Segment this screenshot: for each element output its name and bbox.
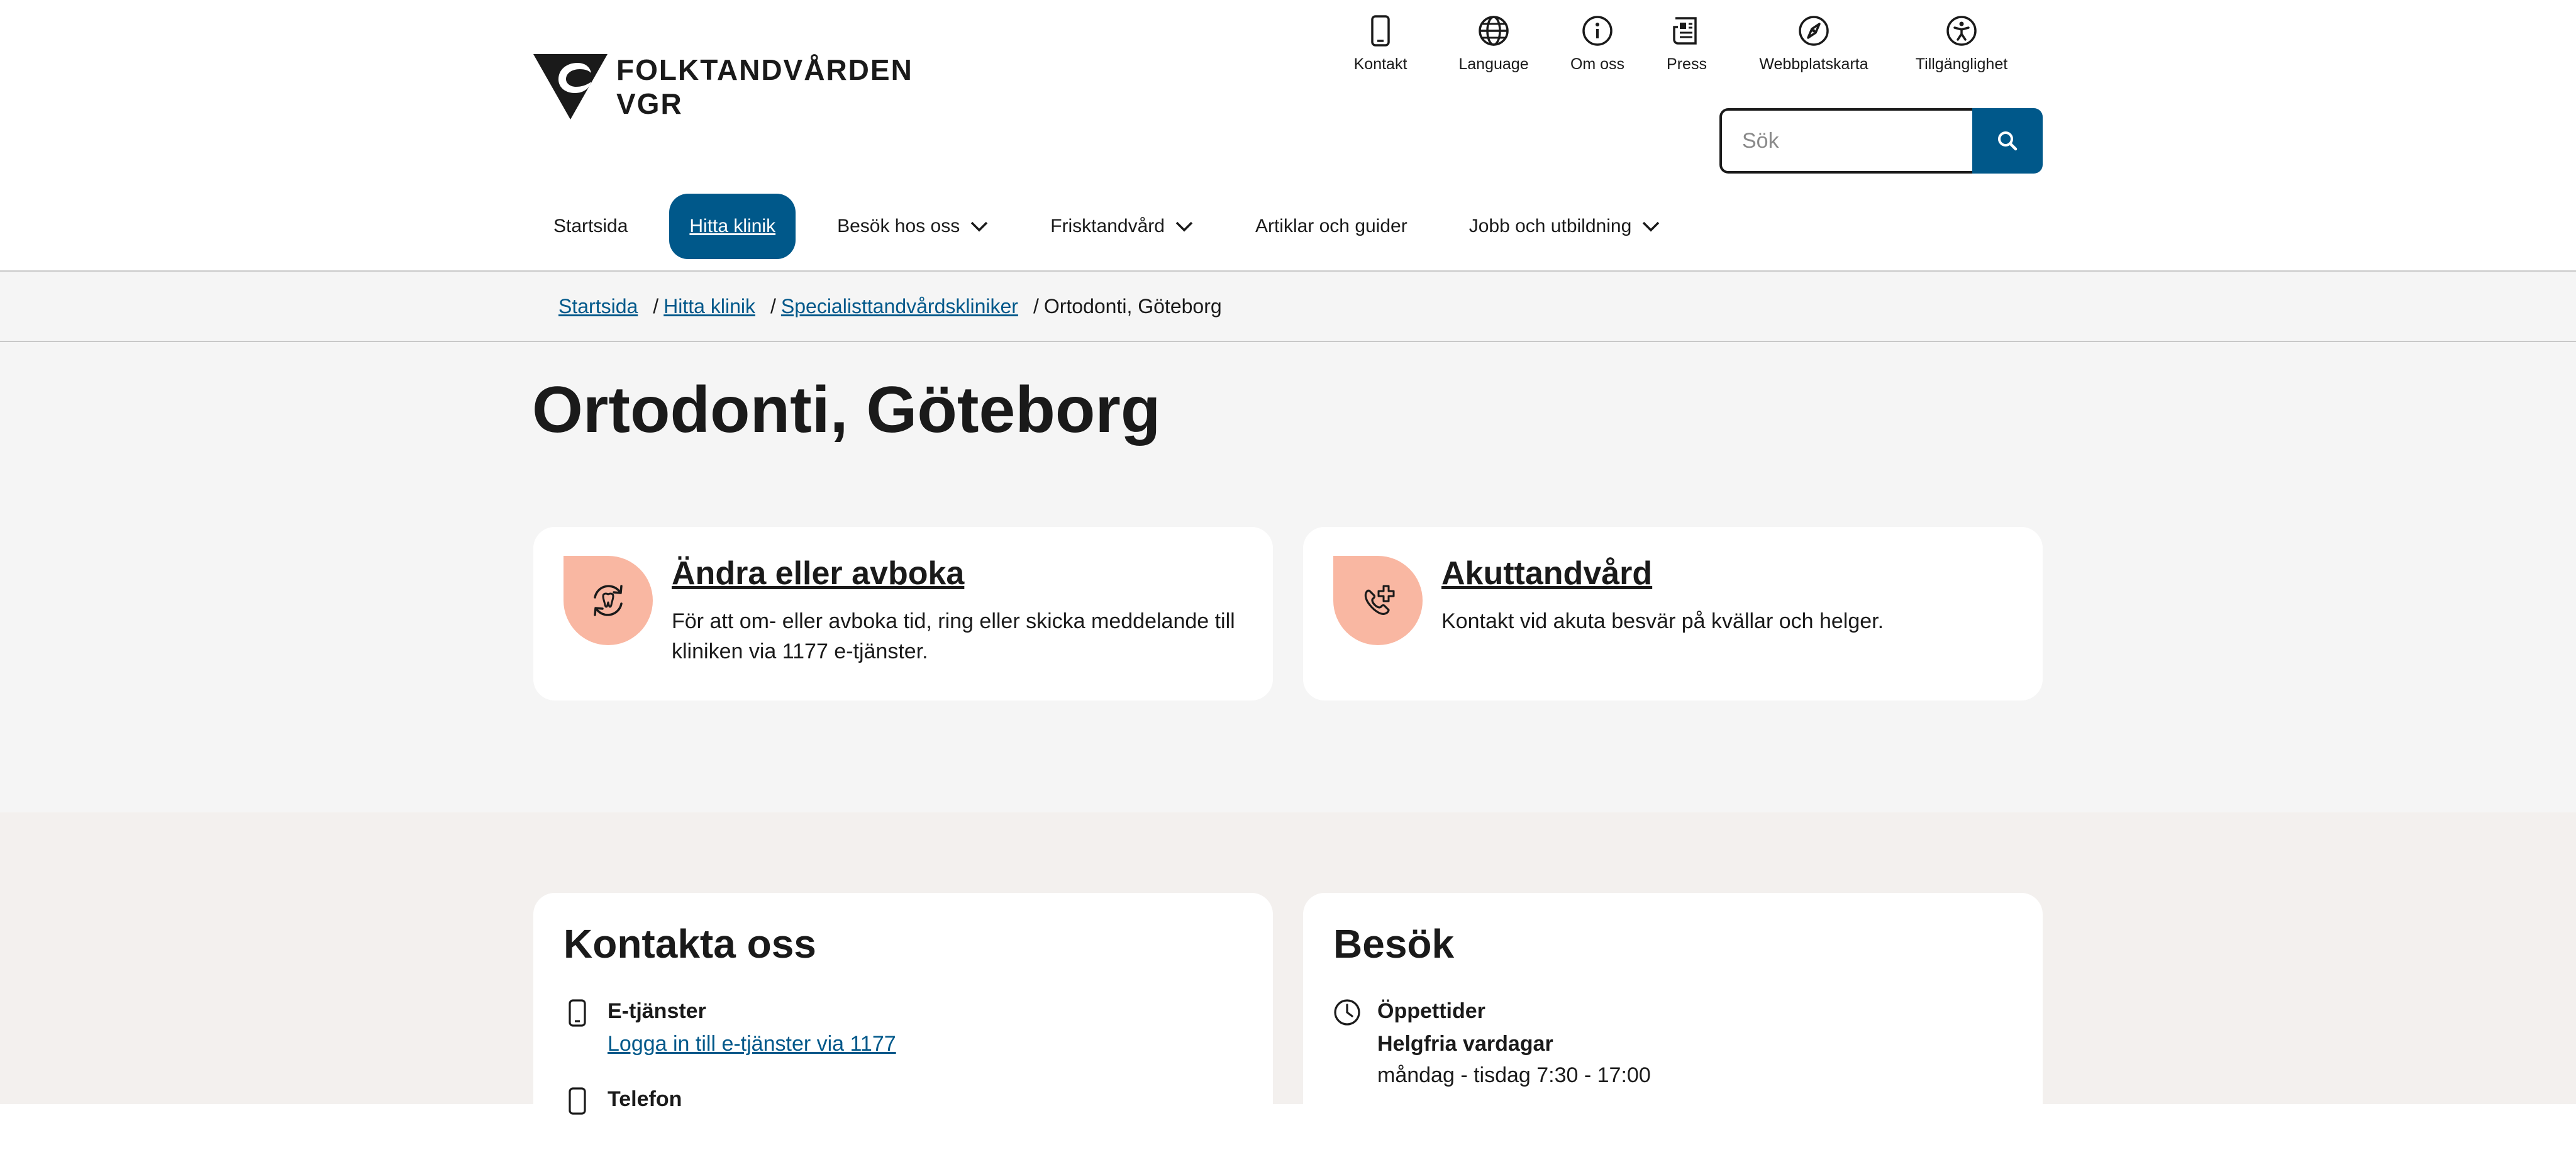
logo-icon	[533, 54, 608, 119]
util-kontakt-label: Kontakt	[1353, 55, 1407, 73]
search-form	[1719, 108, 2043, 174]
site-header: FOLKTANDVÅRDEN VGR Kontakt Language Om o…	[0, 0, 2576, 270]
nav-item-besok-hos-oss[interactable]: Besök hos oss	[817, 194, 1009, 259]
breadcrumb-link-startsida[interactable]: Startsida	[558, 295, 638, 318]
eservices-link[interactable]: Logga in till e-tjänster via 1177	[608, 1032, 896, 1056]
phone-label: Telefon	[608, 1087, 682, 1111]
hero-section: Ortodonti, Göteborg Ändra eller avboka F…	[0, 342, 2576, 812]
rebook-tooth-icon	[564, 556, 653, 645]
nav-item-startsida[interactable]: Startsida	[533, 194, 648, 259]
telephone-icon	[564, 1087, 591, 1115]
nav-item-label: Artiklar och guider	[1255, 216, 1407, 236]
card-title-link[interactable]: Akuttandvård	[1441, 555, 1652, 592]
accessibility-icon	[1943, 13, 1980, 49]
breadcrumb-separator: /	[770, 294, 776, 318]
breadcrumb-bar: Startsida / Hitta klinik / Specialisttan…	[0, 270, 2576, 342]
chevron-down-icon	[1175, 221, 1194, 232]
breadcrumb-separator: /	[1033, 294, 1039, 318]
breadcrumb-current: Ortodonti, Göteborg	[1043, 294, 1222, 318]
breadcrumb-link-hitta-klinik[interactable]: Hitta klinik	[663, 295, 755, 318]
logo-line2: VGR	[616, 87, 683, 120]
util-tillganglighet-label: Tillgänglighet	[1915, 55, 2008, 73]
opening-hours-text: måndag - tisdag 7:30 - 17:00	[1377, 1063, 1651, 1087]
contact-title: Kontakta oss	[564, 921, 816, 966]
main-nav: Startsida Hitta klinik Besök hos oss Fri…	[533, 194, 1680, 259]
util-webbplatskarta[interactable]: Webbplatskarta	[1757, 13, 1870, 74]
eservices-label: E-tjänster	[608, 999, 706, 1023]
util-press[interactable]: Press	[1662, 13, 1712, 74]
nav-item-label: Jobb och utbildning	[1468, 216, 1632, 236]
weekdays-label: Helgfria vardagar	[1377, 1032, 1553, 1056]
util-om-oss[interactable]: Om oss	[1566, 13, 1629, 74]
chevron-down-icon	[970, 221, 989, 232]
card-text: För att om- eller avboka tid, ring eller…	[672, 609, 1235, 663]
opening-hours-body: Öppettider Helgfria vardagar måndag - ti…	[1377, 996, 1651, 1089]
site-logo[interactable]: FOLKTANDVÅRDEN VGR	[533, 54, 913, 119]
util-press-label: Press	[1667, 55, 1707, 73]
newspaper-icon	[1668, 13, 1705, 49]
globe-icon	[1475, 13, 1512, 49]
breadcrumb-link-specialisttandvardskliniker[interactable]: Specialisttandvårdskliniker	[781, 295, 1018, 318]
nav-item-artiklar-och-guider[interactable]: Artiklar och guider	[1235, 194, 1428, 259]
eservices-row: E-tjänster Logga in till e-tjänster via …	[564, 996, 896, 1061]
eservices-body: E-tjänster Logga in till e-tjänster via …	[608, 996, 896, 1061]
visit-panel: Besök Öppettider Helgfria vardagar månda…	[1303, 893, 2043, 1157]
page-title: Ortodonti, Göteborg	[532, 374, 1161, 446]
nav-item-frisktandvard[interactable]: Frisktandvård	[1030, 194, 1214, 259]
chevron-down-icon	[1641, 221, 1660, 232]
util-tillganglighet[interactable]: Tillgänglighet	[1914, 13, 2009, 74]
nav-item-label: Frisktandvård	[1050, 216, 1165, 236]
search-button[interactable]	[1972, 108, 2043, 174]
search-icon	[1998, 131, 2018, 151]
logo-wordmark: FOLKTANDVÅRDEN VGR	[616, 55, 913, 118]
card-andra-eller-avboka: Ändra eller avboka För att om- eller avb…	[533, 527, 1273, 700]
utility-nav: Kontakt Language Om oss Press Webbplatsk…	[1340, 13, 2009, 74]
clock-icon	[1333, 999, 1361, 1026]
util-language[interactable]: Language	[1453, 13, 1535, 74]
card-text: Kontakt vid akuta besvär på kvällar och …	[1441, 609, 1884, 633]
emergency-phone-icon	[1333, 556, 1423, 645]
search-input[interactable]	[1719, 108, 1974, 174]
card-title-link[interactable]: Ändra eller avboka	[672, 555, 964, 592]
compass-icon	[1796, 13, 1832, 49]
nav-item-label: Hitta klinik	[689, 216, 776, 236]
nav-item-label: Besök hos oss	[837, 216, 960, 236]
card-akuttandvard: Akuttandvård Kontakt vid akuta besvär på…	[1303, 527, 2043, 700]
nav-item-jobb-och-utbildning[interactable]: Jobb och utbildning	[1449, 194, 1681, 259]
info-icon	[1579, 13, 1616, 49]
util-webbplatskarta-label: Webbplatskarta	[1759, 55, 1868, 73]
phone-body: Telefon	[608, 1084, 682, 1114]
logo-line1: FOLKTANDVÅRDEN	[616, 53, 913, 86]
info-section: Kontakta oss E-tjänster Logga in till e-…	[0, 812, 2576, 1157]
nav-item-label: Startsida	[553, 216, 628, 236]
opening-hours-row: Öppettider Helgfria vardagar måndag - ti…	[1333, 996, 1651, 1089]
nav-item-hitta-klinik[interactable]: Hitta klinik	[669, 194, 796, 259]
breadcrumb: Startsida / Hitta klinik / Specialisttan…	[558, 272, 1222, 341]
visit-title: Besök	[1333, 921, 1455, 966]
contact-panel: Kontakta oss E-tjänster Logga in till e-…	[533, 893, 1273, 1157]
phone-icon	[1362, 13, 1399, 49]
util-kontakt[interactable]: Kontakt	[1340, 13, 1421, 74]
opening-hours-label: Öppettider	[1377, 999, 1485, 1023]
phone-row: Telefon	[564, 1084, 682, 1115]
phone-icon	[564, 999, 591, 1027]
breadcrumb-separator: /	[653, 294, 659, 318]
util-om-oss-label: Om oss	[1570, 55, 1625, 73]
util-language-label: Language	[1458, 55, 1529, 73]
